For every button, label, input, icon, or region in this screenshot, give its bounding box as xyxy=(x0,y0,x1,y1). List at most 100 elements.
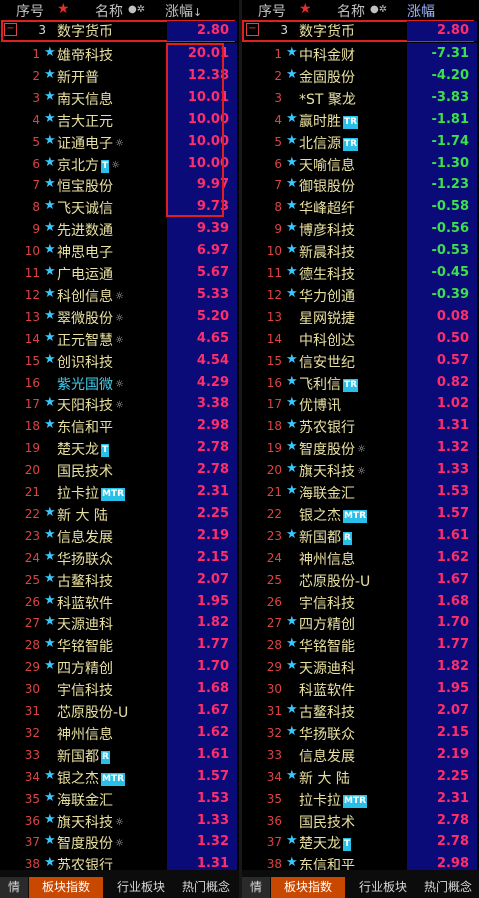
stock-name[interactable]: 飞利信 TR xyxy=(299,374,359,394)
stock-name[interactable]: 京北方 T ☼ xyxy=(57,155,120,175)
stock-name[interactable]: 拉卡拉 MTR xyxy=(299,790,368,810)
stock-row[interactable]: 17 ★ 天阳科技 ☼ 3.38 xyxy=(0,393,239,416)
tab-sector-index[interactable]: 板块指数 xyxy=(271,877,345,898)
watchlist-star-icon[interactable]: ★ xyxy=(286,461,298,476)
watchlist-star-icon[interactable]: ★ xyxy=(44,330,56,345)
watchlist-star-icon[interactable]: ★ xyxy=(286,855,298,870)
watchlist-star-icon[interactable]: ★ xyxy=(286,768,298,783)
watchlist-star-icon[interactable]: ★ xyxy=(44,89,56,104)
stock-row[interactable]: 30 科蓝软件 1.95 xyxy=(242,678,479,701)
stock-row[interactable]: 22 银之杰 MTR 1.57 xyxy=(242,502,479,525)
stock-name[interactable]: 雄帝科技 xyxy=(57,45,113,65)
stock-name[interactable]: 中科金财 xyxy=(299,45,355,65)
stock-row[interactable]: 16 紫光国微 ☼ 4.29 xyxy=(0,371,239,394)
watchlist-star-icon[interactable]: ★ xyxy=(286,155,298,170)
stock-name[interactable]: 新晨科技 xyxy=(299,242,355,262)
stock-name[interactable]: 银之杰 MTR xyxy=(57,768,126,788)
stock-name[interactable]: 海联金汇 xyxy=(57,790,113,810)
stock-row[interactable]: 36 国民技术 2.78 xyxy=(242,809,479,832)
stock-row[interactable]: 33 新国都 R 1.61 xyxy=(0,743,239,766)
watchlist-star-icon[interactable]: ★ xyxy=(44,133,56,148)
header-change[interactable]: 涨幅↓ xyxy=(165,1,202,21)
stock-row[interactable]: 34 ★ 新 大 陆 2.25 xyxy=(242,765,479,788)
watchlist-star-icon[interactable]: ★ xyxy=(286,417,298,432)
header-name[interactable]: 名称 xyxy=(337,1,365,21)
stock-row[interactable]: 30 宇信科技 1.68 xyxy=(0,678,239,701)
watchlist-star-icon[interactable]: ★ xyxy=(286,636,298,651)
watchlist-star-icon[interactable]: ★ xyxy=(44,812,56,827)
stock-row[interactable]: 3 *ST 聚龙 -3.83 xyxy=(242,86,479,109)
stock-row[interactable]: 20 国民技术 2.78 xyxy=(0,459,239,482)
stock-name[interactable]: 芯原股份-U xyxy=(299,571,370,591)
stock-row[interactable]: 28 ★ 华铭智能 1.77 xyxy=(242,634,479,657)
watchlist-star-icon[interactable]: ★ xyxy=(286,724,298,739)
sector-summary-row[interactable]: − 3 数字货币 2.80 xyxy=(242,21,479,41)
watchlist-star-icon[interactable]: ★ xyxy=(286,286,298,301)
header-index[interactable]: 序号 xyxy=(16,1,44,21)
sector-summary-row[interactable]: − 3 数字货币 2.80 xyxy=(0,21,239,41)
stock-name[interactable]: 四方精创 xyxy=(299,614,355,634)
watchlist-star-icon[interactable]: ★ xyxy=(286,176,298,191)
watchlist-star-icon[interactable]: ★ xyxy=(44,549,56,564)
stock-row[interactable]: 1 ★ 中科金财 -7.31 xyxy=(242,43,479,65)
stock-name[interactable]: 德生科技 xyxy=(299,264,355,284)
stock-row[interactable]: 9 ★ 博彦科技 -0.56 xyxy=(242,218,479,241)
watchlist-star-icon[interactable]: ★ xyxy=(44,505,56,520)
tab-industry-sector[interactable]: 行业板块 xyxy=(348,877,418,898)
stock-row[interactable]: 9 ★ 先进数通 9.39 xyxy=(0,218,239,241)
stock-name[interactable]: 信息发展 xyxy=(57,527,113,547)
stock-row[interactable]: 31 芯原股份-U 1.67 xyxy=(0,700,239,722)
stock-name[interactable]: 智度股份 ☼ xyxy=(299,439,366,459)
stock-name[interactable]: 华铭智能 xyxy=(299,636,355,656)
watchlist-star-icon[interactable]: ★ xyxy=(286,352,298,367)
watchlist-star-icon[interactable]: ★ xyxy=(286,220,298,235)
stock-name[interactable]: 华铭智能 xyxy=(57,636,113,656)
stock-row[interactable]: 36 ★ 旗天科技 ☼ 1.33 xyxy=(0,809,239,832)
stock-name[interactable]: 神州信息 xyxy=(57,724,113,744)
stock-row[interactable]: 26 宇信科技 1.68 xyxy=(242,590,479,613)
stock-name[interactable]: 翠微股份 ☼ xyxy=(57,308,124,328)
watchlist-star-icon[interactable]: ★ xyxy=(44,833,56,848)
stock-name[interactable]: 四方精创 xyxy=(57,658,113,678)
watchlist-star-icon[interactable]: ★ xyxy=(44,614,56,629)
stock-row[interactable]: 28 ★ 华铭智能 1.77 xyxy=(0,634,239,657)
stock-row[interactable]: 19 楚天龙 T 2.78 xyxy=(0,437,239,460)
stock-row[interactable]: 7 ★ 御银股份 -1.23 xyxy=(242,174,479,197)
stock-row[interactable]: 18 ★ 苏农银行 1.31 xyxy=(242,415,479,438)
watchlist-star-icon[interactable]: ★ xyxy=(44,352,56,367)
stock-name[interactable]: 古鳌科技 xyxy=(57,571,113,591)
stock-row[interactable]: 18 ★ 东信和平 2.98 xyxy=(0,415,239,438)
stock-row[interactable]: 6 ★ 天喻信息 -1.30 xyxy=(242,152,479,175)
watchlist-star-icon[interactable]: ★ xyxy=(44,220,56,235)
header-star-icon[interactable]: ★ xyxy=(57,1,70,17)
stock-row[interactable]: 21 拉卡拉 MTR 2.31 xyxy=(0,481,239,503)
stock-name[interactable]: 正元智慧 ☼ xyxy=(57,330,124,350)
stock-row[interactable]: 11 ★ 德生科技 -0.45 xyxy=(242,262,479,284)
watchlist-star-icon[interactable]: ★ xyxy=(286,45,298,60)
stock-name[interactable]: 古鳌科技 xyxy=(299,702,355,722)
watchlist-star-icon[interactable]: ★ xyxy=(44,176,56,191)
column-header[interactable]: 序号 ★ 名称 ●✲ 涨幅↓ xyxy=(0,0,239,20)
watchlist-star-icon[interactable]: ★ xyxy=(286,264,298,279)
stock-name[interactable]: 信安世纪 xyxy=(299,352,355,372)
stock-row[interactable]: 25 ★ 古鳌科技 2.07 xyxy=(0,568,239,591)
watchlist-star-icon[interactable]: ★ xyxy=(44,67,56,82)
watchlist-star-icon[interactable]: ★ xyxy=(286,702,298,717)
stock-name[interactable]: 科蓝软件 xyxy=(57,593,113,613)
stock-name[interactable]: 北信源 TR xyxy=(299,133,359,153)
tab-sector-index[interactable]: 板块指数 xyxy=(29,877,103,898)
stock-name[interactable]: 新国都 R xyxy=(57,746,110,766)
stock-name[interactable]: 创识科技 xyxy=(57,352,113,372)
stock-name[interactable]: 神州信息 xyxy=(299,549,355,569)
watchlist-star-icon[interactable]: ★ xyxy=(44,527,56,542)
stock-name[interactable]: 新开普 xyxy=(57,67,99,87)
watchlist-star-icon[interactable]: ★ xyxy=(286,67,298,82)
stock-row[interactable]: 32 神州信息 1.62 xyxy=(0,721,239,744)
stock-name[interactable]: 博彦科技 xyxy=(299,220,355,240)
stock-row[interactable]: 10 ★ 神思电子 6.97 xyxy=(0,240,239,263)
stock-name[interactable]: 宇信科技 xyxy=(57,680,113,700)
stock-name[interactable]: 新 大 陆 xyxy=(299,768,350,788)
stock-row[interactable]: 13 ★ 翠微股份 ☼ 5.20 xyxy=(0,305,239,328)
stock-name[interactable]: *ST 聚龙 xyxy=(299,89,356,109)
tab-hot-concepts[interactable]: 热门概念 xyxy=(182,877,239,898)
